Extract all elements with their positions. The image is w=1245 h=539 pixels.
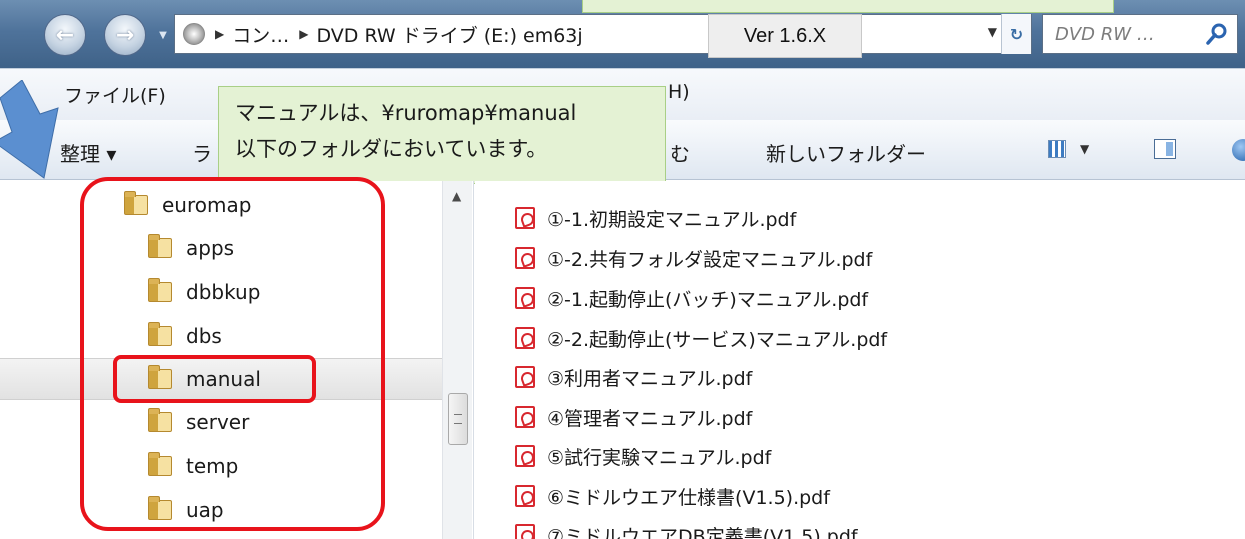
tree-item-label: temp	[186, 454, 239, 478]
tree-item-euromap[interactable]: euromap	[124, 184, 251, 226]
tree-item-dbs[interactable]: dbs	[148, 315, 222, 357]
pdf-icon	[515, 247, 535, 269]
tree-item-label: euromap	[162, 193, 252, 217]
tree-item-label: dbbkup	[186, 280, 261, 304]
new-folder-button[interactable]: 新しいフォルダー	[766, 138, 926, 167]
file-name: ①-2.共有フォルダ設定マニュアル.pdf	[547, 248, 873, 271]
scroll-thumb[interactable]	[448, 393, 468, 445]
pdf-icon	[515, 406, 535, 428]
file-name: ②-2.起動停止(サービス)マニュアル.pdf	[547, 328, 888, 351]
folder-icon	[124, 191, 148, 215]
library-button[interactable]: ラ	[192, 138, 212, 167]
pdf-icon	[515, 445, 535, 467]
file-item[interactable]: ①-2.共有フォルダ設定マニュアル.pdf	[515, 239, 872, 277]
manual-location-callout: マニュアルは、¥ruromap¥manual 以下のフォルダにおいています。	[218, 86, 666, 184]
address-bar[interactable]: ▶ コン… ▶ DVD RW ドライブ (E:) em63j ▼ ↻	[174, 14, 1032, 54]
file-name: ⑦ミドルウエアDB定義書(V1.5).pdf	[547, 525, 858, 539]
pointer-arrow-icon	[0, 80, 59, 179]
folder-icon	[148, 322, 172, 346]
search-box[interactable]	[1042, 14, 1238, 54]
file-item[interactable]: ④管理者マニュアル.pdf	[515, 398, 752, 436]
file-name: ⑥ミドルウエア仕様書(V1.5).pdf	[547, 486, 830, 509]
view-dropdown-icon[interactable]: ▼	[1080, 142, 1089, 156]
refresh-icon: ↻	[1009, 24, 1024, 44]
top-callout-box	[582, 0, 1114, 13]
tree-item-label: apps	[186, 236, 235, 260]
pdf-icon	[515, 485, 535, 507]
menu-help[interactable]: H)	[668, 81, 690, 103]
help-icon[interactable]	[1232, 139, 1245, 161]
pdf-icon	[515, 366, 535, 388]
tree-item-label: dbs	[186, 324, 222, 348]
folder-icon	[148, 278, 172, 302]
folder-icon	[148, 408, 172, 432]
search-input[interactable]	[1055, 19, 1205, 49]
pdf-icon	[515, 287, 535, 309]
tree-item-temp[interactable]: temp	[148, 445, 238, 487]
breadcrumb-computer[interactable]: コン…	[232, 21, 289, 48]
address-dropdown-icon[interactable]: ▼	[988, 25, 997, 39]
dvd-drive-icon	[183, 23, 205, 45]
callout-line-2: 以下のフォルダにおいています。	[235, 137, 548, 161]
forward-button[interactable]: →	[104, 14, 146, 56]
title-bar: ← → ▼ ▶ コン… ▶ DVD RW ドライブ (E:) em63j ▼ ↻…	[0, 0, 1245, 68]
file-item[interactable]: ⑥ミドルウエア仕様書(V1.5).pdf	[515, 477, 830, 515]
breadcrumb-arrow-icon[interactable]: ▶	[299, 27, 308, 41]
tree-item-label: server	[186, 410, 250, 434]
folder-icon	[148, 496, 172, 520]
burn-button[interactable]: む	[670, 138, 690, 167]
folder-icon	[148, 365, 172, 389]
breadcrumb-dvd-drive[interactable]: DVD RW ドライブ (E:) em63j	[316, 21, 582, 48]
file-item[interactable]: ②-2.起動停止(サービス)マニュアル.pdf	[515, 319, 887, 357]
tree-item-dbbkup[interactable]: dbbkup	[148, 271, 260, 313]
file-name: ⑤試行実験マニュアル.pdf	[547, 446, 772, 469]
tree-item-manual[interactable]: manual	[0, 358, 442, 400]
view-options-icon[interactable]	[1048, 140, 1066, 158]
tree-item-server[interactable]: server	[148, 401, 249, 443]
folder-tree-pane: euromap apps dbbkup dbs manual server te…	[0, 177, 474, 539]
file-name: ①-1.初期設定マニュアル.pdf	[547, 208, 797, 231]
scroll-up-icon[interactable]: ▲	[452, 189, 461, 203]
file-item[interactable]: ①-1.初期設定マニュアル.pdf	[515, 199, 796, 237]
forward-arrow-icon: →	[115, 22, 135, 48]
file-item[interactable]: ②-1.起動停止(バッチ)マニュアル.pdf	[515, 279, 868, 317]
pdf-icon	[515, 207, 535, 229]
file-item[interactable]: ③利用者マニュアル.pdf	[515, 358, 752, 396]
file-item[interactable]: ⑤試行実験マニュアル.pdf	[515, 437, 771, 475]
pdf-icon	[515, 327, 535, 349]
preview-pane-icon[interactable]	[1154, 139, 1176, 159]
recent-pages-dropdown-icon[interactable]: ▼	[156, 30, 170, 42]
tree-item-apps[interactable]: apps	[148, 227, 234, 269]
tree-item-label: manual	[186, 367, 261, 391]
back-button[interactable]: ←	[44, 14, 86, 56]
file-item[interactable]: ⑦ミドルウエアDB定義書(V1.5).pdf	[515, 516, 858, 539]
breadcrumb-arrow-icon[interactable]: ▶	[215, 27, 224, 41]
pdf-icon	[515, 524, 535, 539]
file-name: ④管理者マニュアル.pdf	[547, 407, 753, 430]
callout-line-1: マニュアルは、¥ruromap¥manual	[235, 101, 577, 125]
search-icon[interactable]	[1205, 22, 1229, 46]
refresh-button[interactable]: ↻	[1001, 14, 1031, 54]
file-name: ③利用者マニュアル.pdf	[547, 367, 753, 390]
version-label: Ver 1.6.X	[708, 14, 862, 58]
folder-icon	[148, 234, 172, 258]
folder-icon	[148, 452, 172, 476]
tree-item-label: uap	[186, 498, 224, 522]
file-list-pane: ①-1.初期設定マニュアル.pdf ①-2.共有フォルダ設定マニュアル.pdf …	[475, 181, 1245, 539]
tree-scrollbar[interactable]: ▲	[442, 181, 472, 539]
back-arrow-icon: ←	[55, 22, 75, 48]
file-name: ②-1.起動停止(バッチ)マニュアル.pdf	[547, 288, 869, 311]
tree-item-uap[interactable]: uap	[148, 489, 224, 531]
